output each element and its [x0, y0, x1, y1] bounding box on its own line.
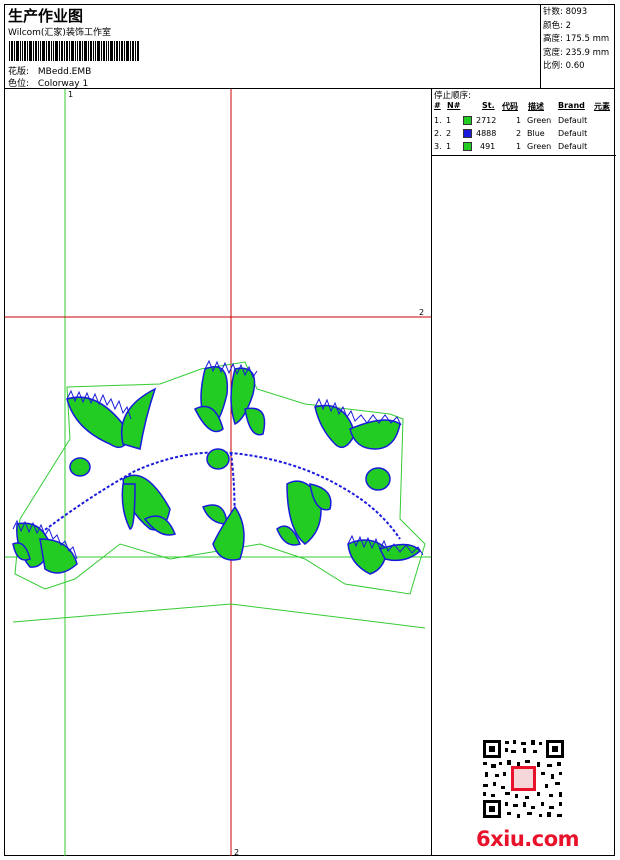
color-swatch	[463, 142, 472, 151]
stats-box: 针数: 8093 颜色: 2 高度: 175.5 mm 宽度: 235.9 mm…	[541, 4, 615, 89]
leaf-shape	[244, 407, 266, 436]
colorway-label: 色位:	[8, 79, 30, 89]
embroidery-preview: 1 2 2	[5, 89, 431, 857]
page-title: 生产作业图	[8, 7, 84, 25]
axis-mark-top: 1	[68, 90, 73, 99]
leaf-shape	[349, 419, 401, 450]
studio-name: Wilcom(汇家)装饰工作室	[8, 28, 111, 38]
design-canvas[interactable]: 1 2 2	[5, 89, 431, 857]
leaf-shape	[365, 467, 391, 491]
stop-row: 2. 2 4888 2 Blue Default	[434, 129, 588, 138]
stop-sequence-title: 停止顺序:	[434, 91, 471, 101]
baseline-curve	[12, 603, 426, 629]
stat-width: 宽度: 235.9 mm	[543, 47, 610, 58]
col-code: 代码	[502, 102, 518, 111]
colorway-row: 色位: Colorway 1	[8, 76, 88, 89]
leaf-shape	[69, 457, 91, 477]
stop-row: 1. 1 2712 1 Green Default	[434, 116, 588, 125]
sheet-header: 生产作业图 Wilcom(汇家)装饰工作室 花版: MBedd.EMB 色位:	[4, 4, 541, 89]
color-swatch	[463, 129, 472, 138]
stat-height: 高度: 175.5 mm	[543, 34, 610, 45]
leaf-shape	[206, 448, 230, 470]
barcode	[9, 41, 139, 61]
stop-row: 3. 1 491 1 Green Default	[434, 142, 588, 151]
colorway-name: Colorway 1	[37, 79, 89, 89]
qr-code[interactable]	[481, 738, 566, 820]
col-stitches: St.	[482, 101, 495, 110]
col-description: 描述	[528, 102, 544, 111]
leaf-shape	[202, 504, 228, 525]
color-swatch	[463, 116, 472, 125]
leaf-shape	[121, 483, 136, 530]
col-element: 元素	[594, 102, 610, 111]
leaf-shape	[39, 538, 78, 574]
leaf-shape	[314, 404, 356, 449]
axis-mark-right: 2	[419, 308, 424, 317]
axis-mark-bottom: 2	[234, 848, 239, 856]
leaf-shape	[121, 387, 157, 450]
leaf-shape	[347, 539, 388, 575]
stat-scale: 比例: 0.60	[543, 61, 585, 72]
col-index: #	[434, 101, 441, 110]
stat-colors: 颜色: 2	[543, 20, 571, 31]
watermark-logo: 6xiu.com	[476, 827, 580, 851]
panel-divider	[432, 155, 616, 156]
col-brand: Brand	[558, 101, 585, 110]
col-needle: N#	[447, 101, 461, 110]
stat-stitches: 针数: 8093	[543, 7, 588, 17]
